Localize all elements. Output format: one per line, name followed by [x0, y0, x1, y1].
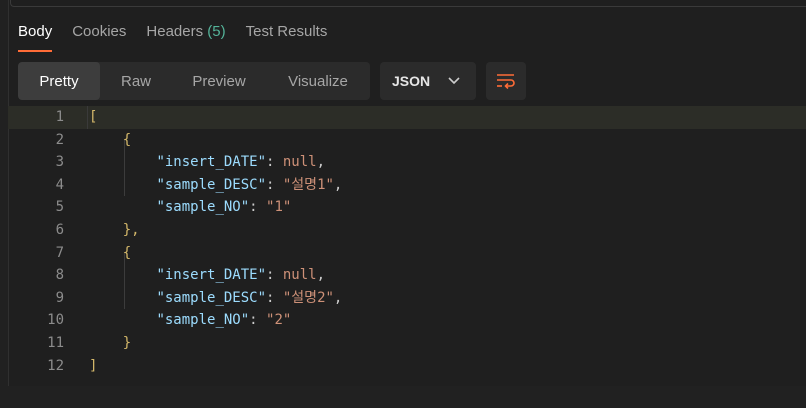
view-toolbar: Pretty Raw Preview Visualize JSON	[18, 62, 526, 100]
line-number: 9	[55, 289, 64, 306]
code-line: 5 "sample_NO": "1"	[8, 196, 806, 219]
line-number: 8	[55, 267, 64, 284]
tab-headers-label: Headers	[146, 23, 204, 40]
tab-cookies[interactable]: Cookies	[72, 22, 126, 52]
format-label: JSON	[392, 73, 431, 89]
chevron-down-icon	[448, 77, 460, 85]
view-raw-button[interactable]: Raw	[100, 62, 172, 100]
json-value: "2"	[266, 312, 292, 329]
code-line: 11 }	[8, 332, 806, 355]
wrap-lines-icon	[497, 74, 515, 89]
tab-body[interactable]: Body	[18, 22, 53, 52]
code-line: 9 "sample_DESC": "설명2",	[8, 287, 806, 310]
brace: },	[122, 221, 140, 238]
tab-test-results[interactable]: Test Results	[246, 22, 328, 52]
bracket: ]	[89, 357, 98, 374]
view-mode-selector: Pretty Raw Preview Visualize	[18, 62, 370, 100]
view-pretty-button[interactable]: Pretty	[18, 62, 100, 100]
line-number: 10	[47, 312, 64, 329]
response-header-edge	[10, 0, 806, 7]
line-number: 11	[47, 334, 64, 351]
json-key: "sample_DESC"	[156, 289, 267, 306]
code-line: 1 [	[8, 106, 806, 129]
brace: {	[122, 131, 132, 148]
view-visualize-button[interactable]: Visualize	[266, 62, 370, 100]
json-value: "1"	[266, 199, 292, 216]
json-key: "sample_DESC"	[156, 176, 267, 193]
json-key: "insert_DATE"	[156, 154, 267, 171]
json-key: "sample_NO"	[156, 312, 250, 329]
response-tabs: Body Cookies Headers (5) Test Results	[18, 22, 327, 52]
json-value: null	[282, 267, 317, 284]
tab-body-label: Body	[18, 23, 53, 40]
tab-cookies-label: Cookies	[72, 23, 127, 40]
code-line: 8 "insert_DATE": null,	[8, 264, 806, 287]
tab-test-results-label: Test Results	[245, 23, 328, 40]
json-value: "설명2"	[282, 289, 334, 306]
format-dropdown[interactable]: JSON	[380, 62, 476, 100]
view-preview-button[interactable]: Preview	[172, 62, 266, 100]
code-line: 3 "insert_DATE": null,	[8, 151, 806, 174]
code-line: 4 "sample_DESC": "설명1",	[8, 174, 806, 197]
line-number: 1	[55, 109, 64, 125]
json-value: null	[282, 154, 317, 171]
line-number: 4	[55, 176, 64, 193]
bracket: [	[89, 109, 98, 125]
json-key: "sample_NO"	[156, 199, 250, 216]
json-value: "설명1"	[282, 176, 334, 193]
line-number: 6	[55, 221, 64, 238]
tab-headers[interactable]: Headers (5)	[146, 22, 225, 52]
brace: {	[122, 244, 132, 261]
code-line: 7 {	[8, 242, 806, 265]
code-line: 10 "sample_NO": "2"	[8, 309, 806, 332]
wrap-lines-button[interactable]	[486, 62, 526, 100]
line-number: 3	[55, 154, 64, 171]
code-line: 12 ]	[8, 355, 806, 378]
line-number: 2	[55, 131, 64, 148]
line-number: 12	[47, 357, 64, 374]
headers-count-badge: (5)	[207, 23, 226, 40]
brace: }	[122, 334, 132, 351]
line-number: 7	[55, 244, 64, 261]
code-line: 2 {	[8, 129, 806, 152]
json-code-view[interactable]: 1 [ 2 { 3 "insert_DATE": null, 4 "sample…	[8, 106, 806, 377]
json-key: "insert_DATE"	[156, 267, 267, 284]
line-number: 5	[55, 199, 64, 216]
code-line: 6 },	[8, 219, 806, 242]
